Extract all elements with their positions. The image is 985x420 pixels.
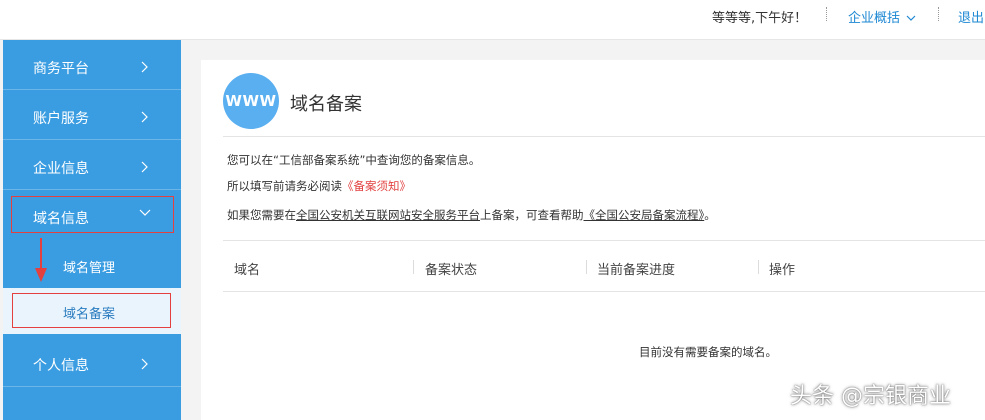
- sidebar-divider: [3, 139, 181, 140]
- chevron-right-icon: [138, 59, 152, 73]
- watermark-text: 头条 @宗银商业: [790, 384, 951, 409]
- info-text: 如果您需要在: [227, 208, 296, 222]
- top-bar: 等等等,下午好！ 企业概括 退出: [0, 0, 985, 40]
- chevron-right-icon: [138, 109, 152, 123]
- column-header-filing-status: 备案状态: [425, 263, 478, 278]
- sidebar-divider: [3, 189, 181, 190]
- police-platform-link[interactable]: 全国公安机关互联网站安全服务平台: [296, 208, 480, 222]
- sidebar-subitem-domain-management[interactable]: 域名管理: [3, 242, 181, 288]
- column-header-domain: 域名: [234, 263, 261, 278]
- info-line-query: 您可以在“工信部备案系统”中查询您的备案信息。: [227, 153, 481, 167]
- column-separator: [413, 260, 414, 274]
- info-text: 上备案，可查看帮助: [480, 208, 584, 222]
- empty-table-message: 目前没有需要备案的域名。: [639, 345, 777, 359]
- info-text: 所以填写前请务必阅读: [227, 179, 342, 193]
- enterprise-overview-menu[interactable]: 企业概括: [848, 7, 916, 26]
- filing-notice-link[interactable]: 《备案须知》: [342, 179, 411, 193]
- title-divider: [223, 136, 985, 137]
- police-filing-process-link[interactable]: 《全国公安局备案流程》: [584, 208, 705, 222]
- table-top-border: [223, 240, 985, 241]
- sidebar-item-label: 企业信息: [33, 161, 89, 177]
- logout-link[interactable]: 退出: [958, 7, 984, 26]
- column-separator: [758, 260, 759, 274]
- sidebar-item-label: 账户服务: [33, 111, 89, 127]
- column-separator: [586, 260, 587, 274]
- chevron-down-icon: [906, 11, 916, 26]
- sidebar-subitem-label: 域名管理: [63, 261, 116, 276]
- sidebar-item-label: 个人信息: [33, 358, 89, 374]
- info-line-police: 如果您需要在全国公安机关互联网站安全服务平台上备案，可查看帮助《全国公安局备案流…: [227, 207, 716, 223]
- info-text: 。: [704, 208, 716, 222]
- highlight-box-domain-info: [11, 196, 174, 233]
- header-divider: [938, 7, 939, 21]
- sidebar: 商务平台 账户服务 企业信息 域名信息 域名管理 域名备案 个人信息: [3, 40, 181, 420]
- sidebar-divider: [3, 89, 181, 90]
- greeting-text: 等等等,下午好！: [712, 11, 808, 26]
- chevron-right-icon: [138, 356, 152, 370]
- sidebar-item-enterprise-info[interactable]: 企业信息: [3, 143, 181, 189]
- info-line-notice: 所以填写前请务必阅读《备案须知》: [227, 178, 411, 194]
- sidebar-item-personal-info[interactable]: 个人信息: [3, 340, 181, 386]
- enterprise-overview-label: 企业概括: [848, 11, 901, 26]
- chevron-right-icon: [138, 159, 152, 173]
- column-header-filing-progress: 当前备案进度: [597, 263, 676, 278]
- table-header-border: [223, 291, 985, 292]
- header-divider: [826, 7, 827, 21]
- sidebar-item-label: 商务平台: [33, 61, 89, 77]
- www-globe-icon: WWW: [223, 73, 279, 129]
- highlight-box-domain-filing: [12, 293, 171, 328]
- page-title: 域名备案: [290, 94, 362, 115]
- main-panel: WWW 域名备案 您可以在“工信部备案系统”中查询您的备案信息。 所以填写前请务…: [201, 60, 985, 420]
- sidebar-item-business-platform[interactable]: 商务平台: [3, 43, 181, 89]
- sidebar-item-account-service[interactable]: 账户服务: [3, 93, 181, 139]
- sidebar-divider: [3, 386, 181, 387]
- column-header-actions: 操作: [769, 263, 796, 278]
